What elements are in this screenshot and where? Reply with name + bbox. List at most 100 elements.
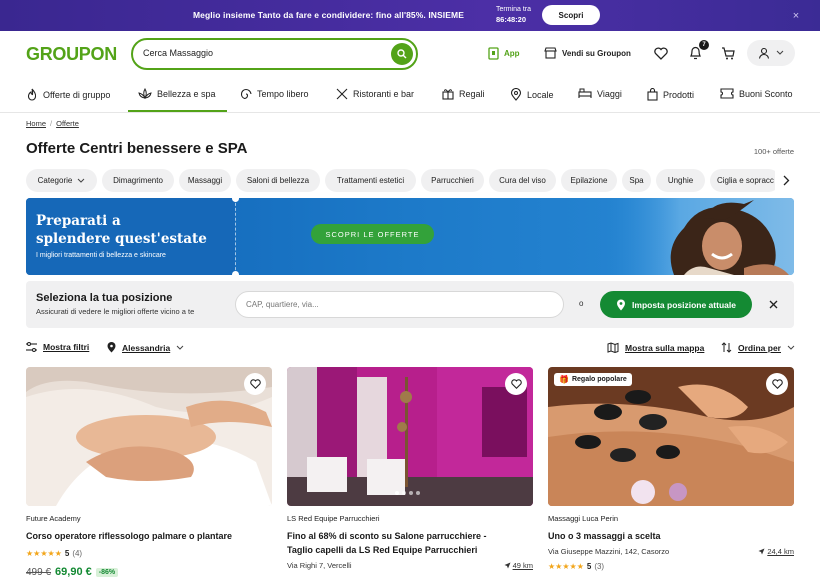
breadcrumb-home[interactable]: Home [26, 119, 46, 128]
chip-ciglia[interactable]: Ciglia e sopracc [710, 169, 780, 192]
heart-icon[interactable] [653, 45, 669, 61]
chip-epilazione[interactable]: Epilazione [561, 169, 617, 192]
promo-text: Meglio insieme Tanto da fare e condivide… [193, 10, 464, 20]
spiral-icon [240, 88, 252, 100]
user-icon [758, 47, 770, 59]
chip-parrucchieri[interactable]: Parrucchieri [421, 169, 484, 192]
show-map-button[interactable]: Mostra sulla mappa [607, 342, 704, 353]
sort-label: Ordina per [738, 342, 781, 353]
search-button[interactable] [391, 43, 413, 65]
bag-icon [647, 88, 658, 101]
close-icon[interactable]: × [789, 9, 803, 23]
hero-cta-button[interactable]: SCOPRI LE OFFERTE [311, 224, 434, 244]
deal-image-salon[interactable] [287, 367, 533, 506]
deal-title[interactable]: Fino al 68% di sconto su Salone parrucch… [287, 529, 533, 557]
rating-value: 5 [64, 549, 70, 558]
deal-merchant: Massaggi Luca Perin [548, 514, 619, 523]
favorite-button[interactable] [766, 373, 788, 395]
chevron-right-icon [783, 175, 789, 186]
carousel-dot[interactable] [409, 491, 413, 495]
nav-item-restaurants[interactable]: Ristoranti e bar [336, 88, 414, 100]
carousel-dots[interactable] [395, 491, 420, 495]
carousel-dot[interactable] [416, 491, 420, 495]
chips-scroll-right[interactable] [775, 169, 797, 192]
deal-merchant: LS Red Equipe Parrucchieri [287, 514, 380, 523]
city-selector[interactable]: Alessandria [107, 342, 184, 353]
deal-image-massage[interactable] [26, 367, 272, 506]
app-link[interactable]: App [488, 47, 520, 60]
lotus-icon [138, 88, 152, 100]
hero-notch-top [232, 198, 239, 202]
nav-label: Tempo libero [257, 89, 309, 99]
chip-trattamenti[interactable]: Trattamenti estetici [325, 169, 416, 192]
nav-item-group-deals[interactable]: Offerte di gruppo [26, 88, 110, 101]
distance-value: 24,4 km [767, 547, 794, 556]
nav-item-products[interactable]: Prodotti [647, 88, 694, 101]
gift-icon [442, 89, 454, 100]
location-selector: Seleziona la tua posizione Assicurati di… [26, 281, 794, 328]
carousel-dot[interactable] [395, 491, 399, 495]
nav-item-coupons[interactable]: Buoni Sconto [720, 88, 793, 99]
sort-dropdown[interactable]: Ordina per [721, 342, 795, 353]
deal-title[interactable]: Corso operatore riflessologo palmare o p… [26, 529, 272, 543]
breadcrumb-offers[interactable]: Offerte [56, 119, 79, 128]
chip-categories[interactable]: Categorie [26, 169, 97, 192]
favorite-button[interactable] [505, 373, 527, 395]
chip-cura-viso[interactable]: Cura del viso [489, 169, 556, 192]
hero-subtitle: I migliori trattamenti di bellezza e ski… [36, 252, 166, 259]
flame-icon [27, 88, 37, 101]
deal-distance: 24,4 km [758, 547, 794, 556]
show-filters-button[interactable]: Mostra filtri [26, 342, 89, 352]
promo-discover-button[interactable]: Scopri [542, 5, 600, 25]
app-label: App [504, 49, 520, 58]
filter-sliders-icon [26, 342, 37, 352]
chip-spa[interactable]: Spa [622, 169, 651, 192]
chip-label: Categorie [37, 176, 73, 185]
nav-item-beauty-spa[interactable]: Bellezza e spa [138, 88, 216, 100]
notification-badge: 7 [699, 40, 709, 50]
breadcrumb: Home / Offerte [26, 119, 79, 128]
account-menu-button[interactable] [747, 40, 795, 66]
search-input[interactable]: Cerca Massaggio [143, 48, 213, 58]
nav-label: Buoni Sconto [739, 88, 793, 99]
show-filters-label: Mostra filtri [43, 342, 90, 352]
nav-label: Prodotti [663, 89, 695, 100]
hero-woman-image [604, 198, 794, 275]
deal-title[interactable]: Uno o 3 massaggi a scelta [548, 529, 794, 543]
location-title: Seleziona la tua posizione [36, 292, 173, 304]
navigation-arrow-icon [504, 562, 511, 569]
deal-image-hot-stones[interactable]: 🎁 Regalo popolare [548, 367, 794, 506]
phone-icon [488, 47, 499, 60]
nav-item-travel[interactable]: Viaggi [578, 88, 622, 99]
close-icon[interactable] [765, 296, 781, 312]
chip-saloni[interactable]: Saloni di bellezza [236, 169, 320, 192]
use-current-location-button[interactable]: Imposta posizione attuale [600, 291, 752, 318]
cutlery-icon [336, 88, 348, 100]
nav-item-leisure[interactable]: Tempo libero [240, 88, 309, 100]
heart-icon [510, 379, 522, 389]
search-bar[interactable]: Cerca Massaggio [131, 38, 418, 70]
groupon-logo[interactable]: GROUPON [26, 44, 117, 65]
hero-title-line1: Preparati a [36, 213, 121, 229]
nav-item-local[interactable]: Locale [510, 88, 554, 101]
location-input[interactable]: CAP, quartiere, via... [235, 291, 564, 318]
chip-unghie[interactable]: Unghie [656, 169, 705, 192]
chip-massaggi[interactable]: Massaggi [179, 169, 231, 192]
location-subtitle: Assicurati di vedere le migliori offerte… [36, 307, 195, 316]
city-label: Alessandria [122, 342, 171, 353]
sell-link[interactable]: Vendi su Groupon [544, 47, 631, 59]
hero-notch-bottom [232, 271, 239, 275]
favorite-button[interactable] [244, 373, 266, 395]
hero-banner[interactable]: Preparati a splendere quest'estate I mig… [26, 198, 794, 275]
nav-item-gifts[interactable]: Regali [442, 88, 485, 100]
deal-rating: ★★★★★ 5 (3) [548, 562, 604, 571]
nav-active-indicator [128, 110, 227, 112]
cart-icon[interactable] [720, 45, 736, 61]
page-title: Offerte Centri benessere e SPA [26, 140, 248, 157]
carousel-dot[interactable] [402, 491, 406, 495]
chip-dimagrimento[interactable]: Dimagrimento [102, 169, 174, 192]
rating-value: 5 [586, 562, 592, 571]
hero-title: Preparati a splendere quest'estate [36, 212, 207, 248]
deal-merchant: Future Academy [26, 514, 81, 523]
deal-title-line2: Taglio capelli da LS Red Equipe Parrucch… [287, 545, 478, 555]
